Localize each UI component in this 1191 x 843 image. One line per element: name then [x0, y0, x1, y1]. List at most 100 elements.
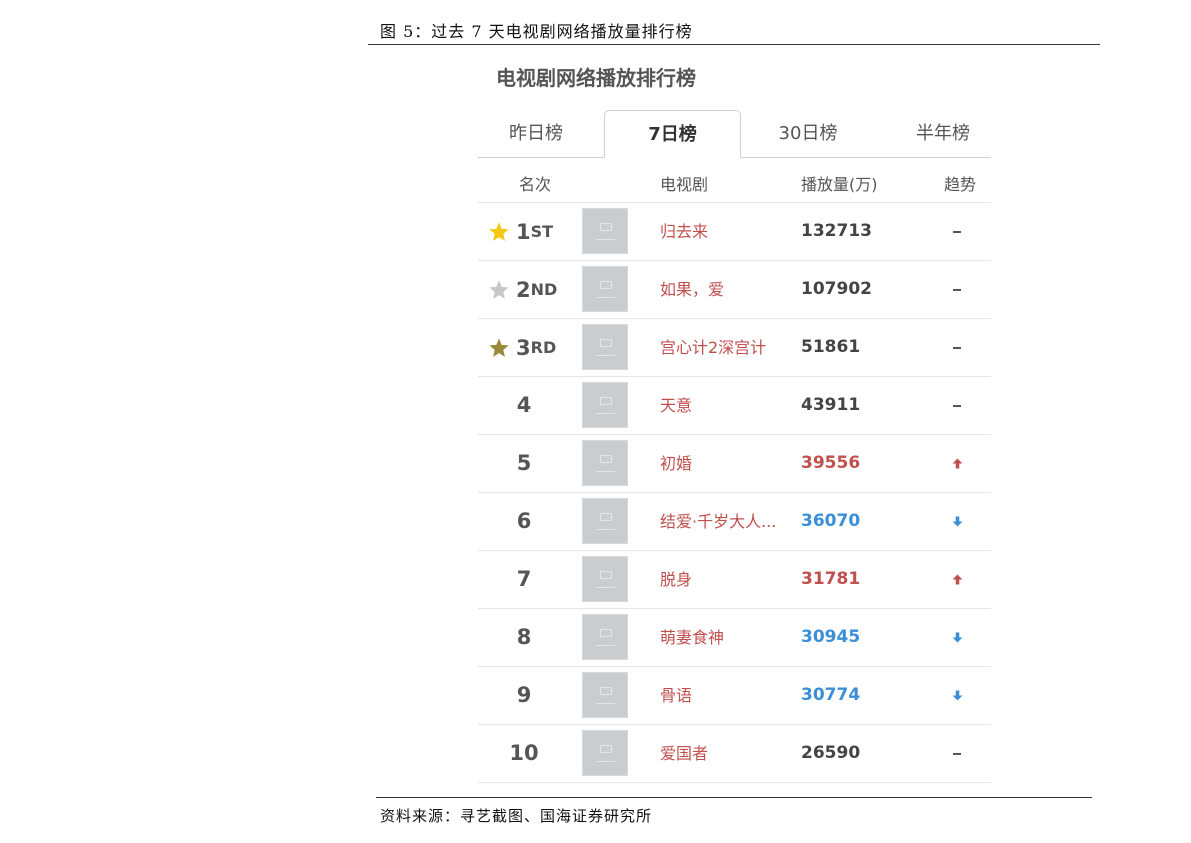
image-placeholder-icon[interactable] [582, 324, 628, 370]
rank-number: 4 [516, 393, 532, 417]
rank-number: 2 [516, 277, 531, 302]
play-count: 43911 [801, 395, 861, 415]
table-row[interactable]: 8 萌妻食神 30945 [478, 609, 991, 667]
image-placeholder-icon[interactable] [582, 556, 628, 602]
top-divider [368, 44, 1100, 45]
table-row[interactable]: 7 脱身 31781 [478, 551, 991, 609]
thumbnail-caption-line [596, 645, 615, 646]
star-icon [489, 337, 509, 357]
star-icon [489, 221, 509, 241]
image-placeholder-icon[interactable] [582, 382, 628, 428]
table-row[interactable]: 6 结爱·千岁大人... 36070 [478, 493, 991, 551]
figure-source: 资料来源：寻艺截图、国海证券研究所 [380, 807, 653, 825]
tab-bar: 昨日榜 7日榜 30日榜 半年榜 [478, 110, 991, 158]
column-header-drama: 电视剧 [660, 175, 709, 194]
drama-title-link[interactable]: 爱国者 [660, 725, 708, 782]
tab-7-day[interactable]: 7日榜 [604, 110, 741, 158]
image-placeholder-icon[interactable] [582, 614, 628, 660]
table-row[interactable]: 1 ST 归去来 132713 [478, 203, 991, 261]
rank-number: 9 [516, 683, 532, 707]
drama-title-link[interactable]: 归去来 [660, 203, 708, 260]
image-placeholder-icon[interactable] [582, 672, 628, 718]
drama-title-link[interactable]: 天意 [660, 377, 692, 434]
thumbnail-caption-line [596, 471, 615, 472]
dash-mark [953, 346, 961, 349]
rank-suffix: ND [530, 280, 558, 299]
thumbnail-caption-line [596, 355, 615, 356]
rank-suffix: ST [530, 222, 554, 241]
play-count: 39556 [801, 453, 861, 473]
rank-number: 5 [516, 451, 532, 475]
figure-caption: 图 5：过去 7 天电视剧网络播放量排行榜 [380, 22, 693, 41]
bottom-divider [376, 797, 1092, 798]
play-count: 132713 [801, 221, 872, 241]
rank-suffix: RD [530, 338, 557, 357]
thumbnail-glyph [600, 687, 612, 695]
rank-number: 1 [516, 219, 531, 244]
star-icon [489, 279, 509, 299]
arrow-up-icon [948, 551, 966, 608]
drama-title-link[interactable]: 初婚 [660, 435, 692, 492]
column-header-rank: 名次 [519, 175, 552, 194]
image-placeholder-icon[interactable] [582, 266, 628, 312]
drama-title-link[interactable]: 脱身 [660, 551, 692, 608]
play-count: 26590 [801, 743, 861, 763]
drama-title-link[interactable]: 如果，爱 [660, 261, 724, 318]
rank-number: 10 [509, 741, 539, 765]
thumbnail-glyph [600, 455, 612, 463]
table-row[interactable]: 2 ND 如果，爱 107902 [478, 261, 991, 319]
thumbnail-caption-line [596, 239, 615, 240]
table-row[interactable]: 5 初婚 39556 [478, 435, 991, 493]
drama-title-link[interactable]: 萌妻食神 [660, 609, 724, 666]
dash-icon [948, 725, 966, 782]
drama-title-link[interactable]: 结爱·千岁大人... [660, 493, 776, 550]
ranking-list: 1 ST 归去来 132713 2 ND 如果，爱 107902 3 RD 宫心计2深宫计 51861… [478, 203, 991, 783]
dash-icon [948, 319, 966, 376]
thumbnail-glyph [600, 397, 612, 405]
play-count: 36070 [801, 511, 861, 531]
thumbnail-glyph [600, 571, 612, 579]
tab-half-year[interactable]: 半年榜 [878, 110, 1008, 158]
table-row[interactable]: 3 RD 宫心计2深宫计 51861 [478, 319, 991, 377]
thumbnail-glyph [600, 513, 612, 521]
thumbnail-glyph [600, 745, 612, 753]
arrow-down-icon [948, 667, 966, 724]
rank-cell: 1 ST [488, 203, 578, 260]
thumbnail-glyph [600, 281, 612, 289]
drama-title-link[interactable]: 骨语 [660, 667, 692, 724]
arrow-down-glyph [952, 690, 962, 701]
image-placeholder-icon[interactable] [582, 208, 628, 254]
thumbnail-caption-line [596, 529, 615, 530]
widget-title: 电视剧网络播放排行榜 [496, 66, 696, 90]
play-count: 51861 [801, 337, 861, 357]
table-row[interactable]: 9 骨语 30774 [478, 667, 991, 725]
column-header-trend: 趋势 [944, 175, 977, 194]
rank-cell: 2 ND [488, 261, 578, 318]
image-placeholder-icon[interactable] [582, 440, 628, 486]
dash-mark [953, 404, 961, 407]
thumbnail-caption-line [596, 703, 615, 704]
rank-number: 8 [516, 625, 532, 649]
play-count: 30945 [801, 627, 861, 647]
arrow-down-glyph [952, 516, 962, 527]
thumbnail-glyph [600, 339, 612, 347]
dash-mark [953, 230, 961, 233]
play-count: 30774 [801, 685, 861, 705]
arrow-up-glyph [952, 574, 962, 585]
dash-mark [953, 288, 961, 291]
table-row[interactable]: 4 天意 43911 [478, 377, 991, 435]
rank-number: 3 [516, 335, 531, 360]
thumbnail-glyph [600, 629, 612, 637]
tab-yesterday[interactable]: 昨日榜 [478, 110, 594, 158]
table-row[interactable]: 10 爱国者 26590 [478, 725, 991, 783]
image-placeholder-icon[interactable] [582, 730, 628, 776]
thumbnail-glyph [600, 223, 612, 231]
thumbnail-caption-line [596, 761, 615, 762]
play-count: 107902 [801, 279, 872, 299]
rank-number: 6 [516, 509, 532, 533]
drama-title-link[interactable]: 宫心计2深宫计 [660, 319, 766, 376]
tab-30-day[interactable]: 30日榜 [743, 110, 873, 158]
dash-icon [948, 203, 966, 260]
rank-number: 7 [516, 567, 532, 591]
image-placeholder-icon[interactable] [582, 498, 628, 544]
